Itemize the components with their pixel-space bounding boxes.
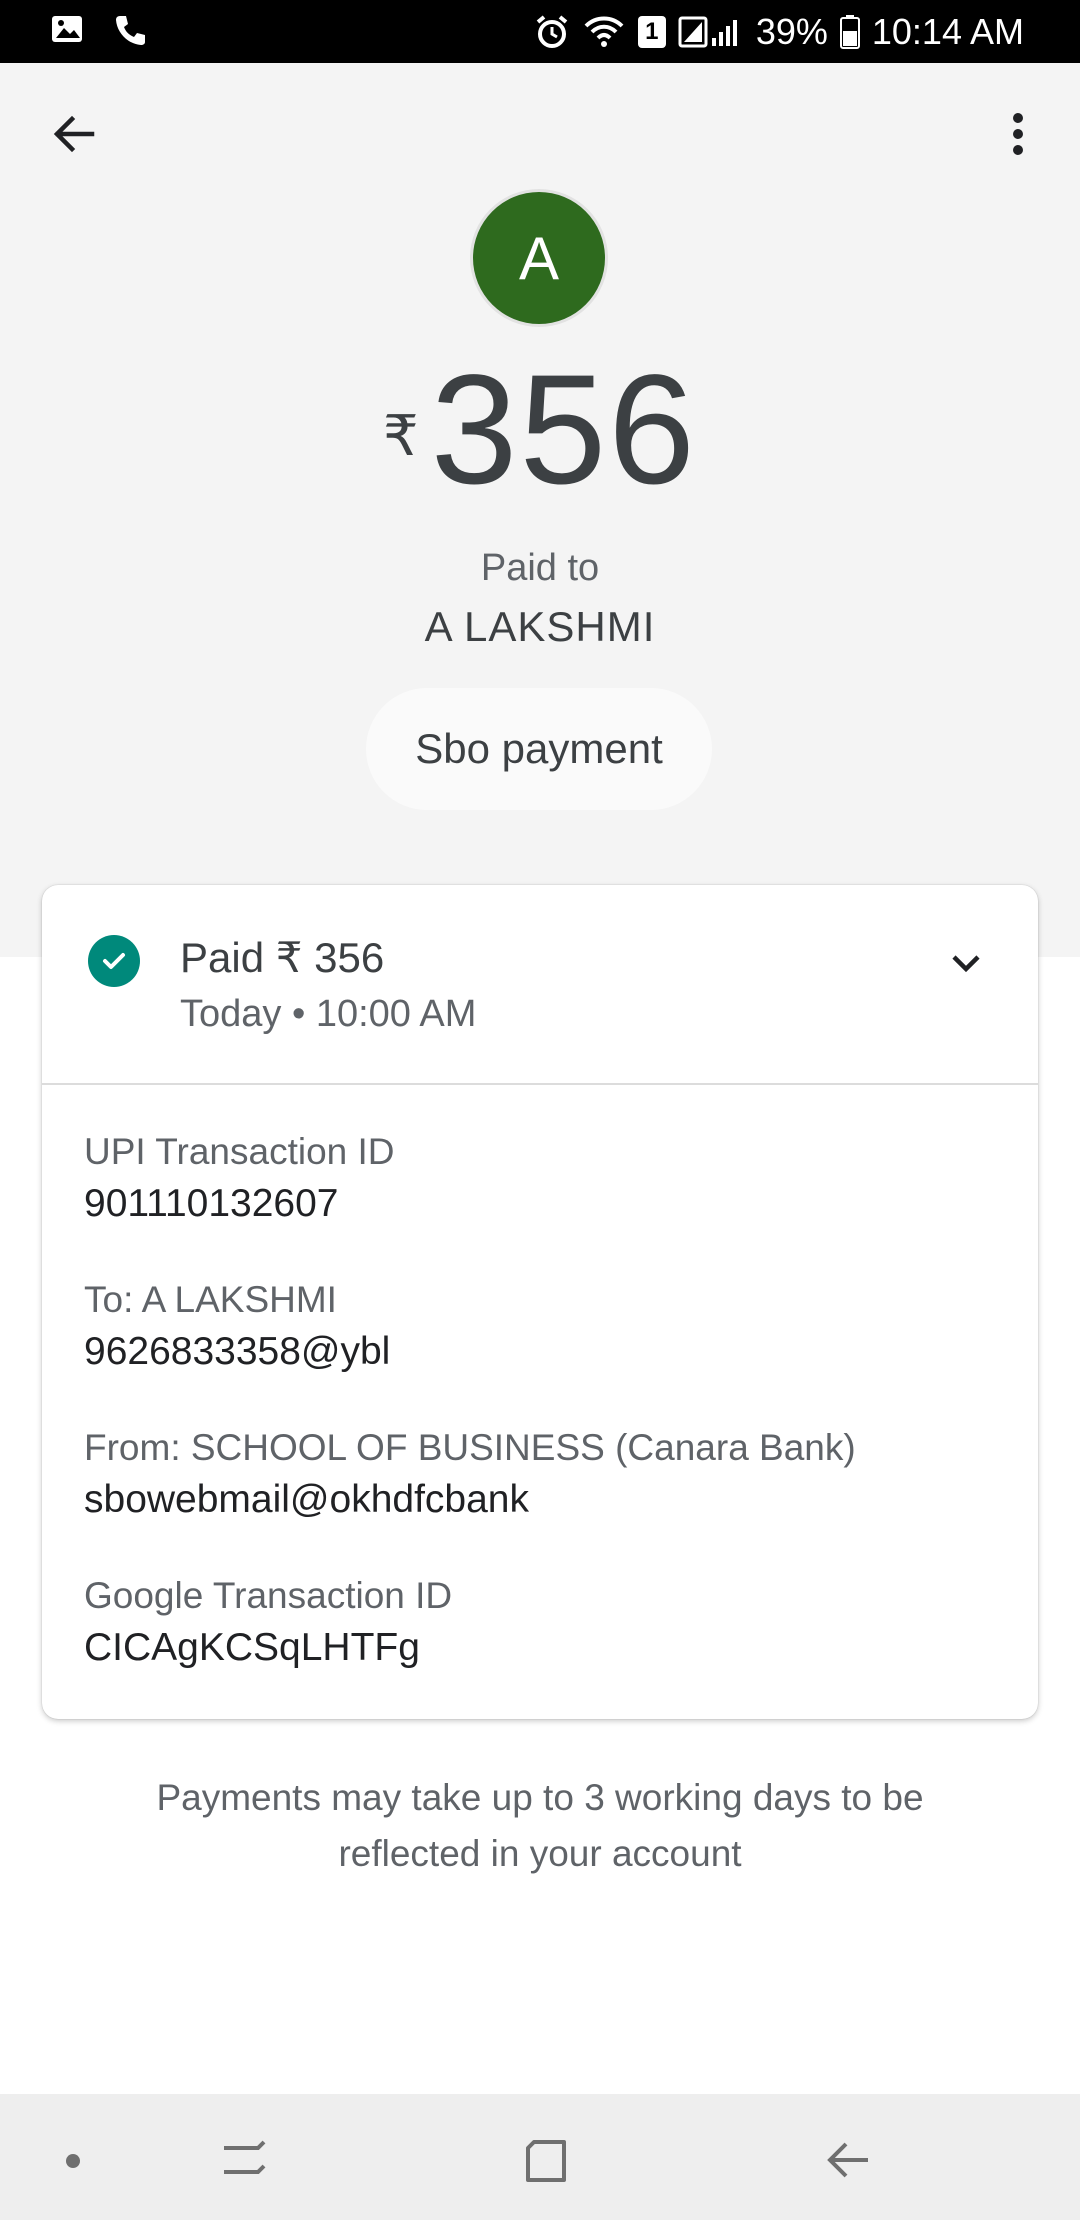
clock: 10:14 AM [871,10,1024,52]
paid-to-label: Paid to [480,547,600,589]
recent-apps-icon[interactable] [218,2134,270,2191]
wifi-icon [582,14,626,50]
detail-label: To: A LAKSHMI [84,1279,337,1320]
battery-percent: 39% [755,10,828,52]
detail-google-transaction-id: Google Transaction ID CICAgKCSqLHTFg [84,1574,452,1672]
battery-icon [839,14,860,50]
sim-badge: 1 [637,15,666,48]
expand-button[interactable] [946,943,986,983]
status-bar: 1 39% 10:14 AM [0,0,1080,63]
home-icon[interactable] [520,2134,572,2191]
dot-icon[interactable] [64,2152,82,2175]
detail-label: From: SCHOOL OF BUSINESS (Canara Bank) [84,1427,856,1468]
avatar: A [473,192,605,324]
more-vert-icon [1013,113,1023,155]
detail-value: sbowebmail@okhdfcbank [84,1478,529,1521]
amount-value: 356 [430,343,697,517]
processing-notice: Payments may take up to 3 working days t… [156,1777,924,1874]
back-nav-icon[interactable] [822,2134,874,2191]
detail-upi-transaction-id: UPI Transaction ID 901110132607 [84,1130,395,1228]
currency-symbol: ₹ [383,404,419,467]
check-circle-icon [88,935,140,987]
payment-status: Paid ₹ 356 [180,934,385,981]
detail-from: From: SCHOOL OF BUSINESS (Canara Bank) s… [84,1426,856,1524]
detail-value: CICAgKCSqLHTFg [84,1626,420,1669]
detail-label: Google Transaction ID [84,1575,453,1616]
alarm-icon [534,14,570,50]
more-options-button[interactable] [992,108,1044,160]
detail-value: 901110132607 [84,1182,339,1225]
status-row[interactable]: Paid ₹ 356 Today • 10:00 AM [42,885,1038,1085]
detail-to: To: A LAKSHMI 9626833358@ybl [84,1278,390,1376]
back-button[interactable] [48,108,100,160]
gallery-icon [50,12,84,48]
detail-label: UPI Transaction ID [84,1131,395,1172]
signal-icon [678,14,744,50]
transaction-details-card: Paid ₹ 356 Today • 10:00 AM UPI Transact… [42,885,1038,1719]
payment-note: Sbo payment [366,688,712,810]
navigation-bar [0,2094,1080,2220]
payment-time: Today • 10:00 AM [180,993,477,1035]
payee-name: A LAKSHMI [424,603,656,650]
payment-amount: ₹ 356 [0,345,1080,515]
detail-value: 9626833358@ybl [84,1330,391,1373]
chevron-down-icon [952,955,980,973]
arrow-back-icon [53,115,95,153]
call-icon [112,12,148,48]
